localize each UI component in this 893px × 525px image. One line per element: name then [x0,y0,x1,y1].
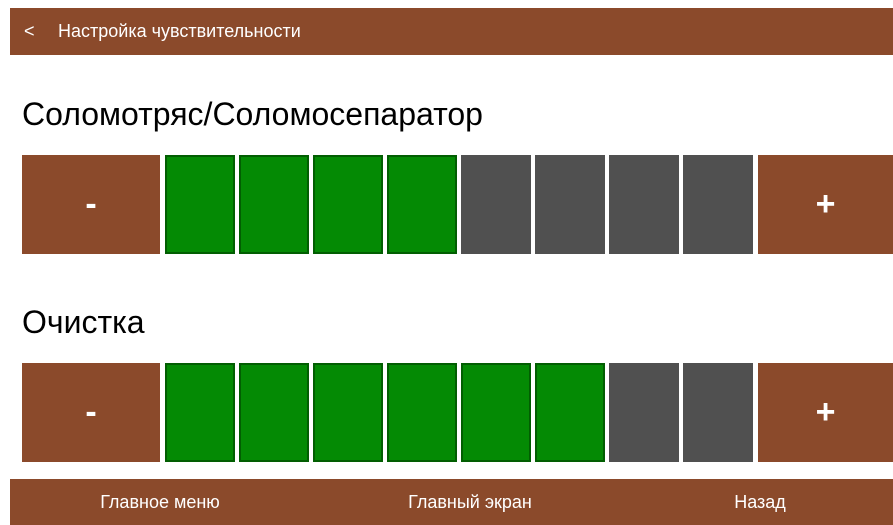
level-segment [461,363,531,462]
back-chevron-icon[interactable]: < [24,21,44,42]
level-segment [535,363,605,462]
top-bar: < Настройка чувствительности [10,8,893,55]
bottom-nav: Главное меню Главный экран Назад [10,479,893,525]
level-segment [165,363,235,462]
level-segment [683,363,753,462]
sensitivity-slider-straw-walker: - + [22,155,893,254]
level-segment [609,363,679,462]
increase-button[interactable]: + [758,155,893,254]
level-segment [535,155,605,254]
increase-button[interactable]: + [758,363,893,462]
main-screen-button[interactable]: Главный экран [350,479,590,525]
section-title-straw-walker: Соломотряс/Соломосепаратор [22,96,483,132]
decrease-button[interactable]: - [22,155,160,254]
level-segment [387,363,457,462]
sensitivity-slider-cleaning: - + [22,363,893,462]
level-segment [683,155,753,254]
level-segment [165,155,235,254]
decrease-button[interactable]: - [22,363,160,462]
level-segment [239,363,309,462]
back-button[interactable]: Назад [680,479,840,525]
level-segment [609,155,679,254]
level-segment [313,363,383,462]
level-segment [387,155,457,254]
main-menu-button[interactable]: Главное меню [50,479,270,525]
level-segment [461,155,531,254]
level-segment [239,155,309,254]
level-segment [313,155,383,254]
page-title: Настройка чувствительности [58,21,301,41]
section-title-cleaning: Очистка [22,304,145,340]
